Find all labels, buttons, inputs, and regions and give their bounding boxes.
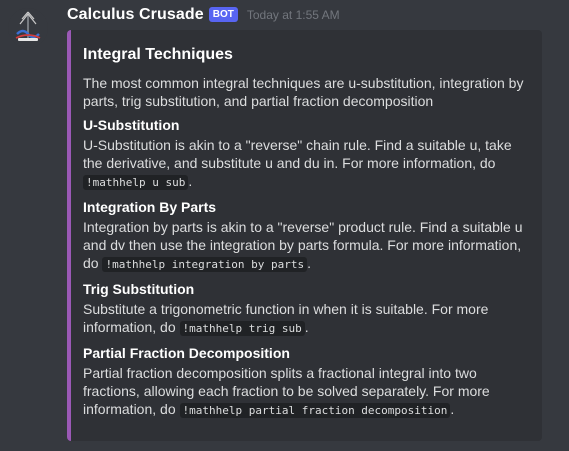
embed-field-partial-fraction-decomposition: Partial Fraction Decomposition Partial f… bbox=[83, 344, 526, 420]
bot-avatar[interactable] bbox=[8, 8, 48, 48]
field-suffix: . bbox=[188, 173, 193, 189]
command-code: !mathhelp integration by parts bbox=[102, 257, 308, 272]
field-value: Partial fraction decomposition splits a … bbox=[83, 364, 526, 420]
embed-title: Integral Techniques bbox=[83, 46, 233, 63]
rich-embed: Integral Techniques The most common inte… bbox=[67, 30, 542, 441]
field-suffix: . bbox=[307, 255, 312, 271]
command-code: !mathhelp u sub bbox=[83, 175, 189, 190]
bot-badge: BOT bbox=[208, 6, 238, 22]
field-name: Trig Substitution bbox=[83, 281, 195, 297]
field-value: Integration by parts is akin to a "rever… bbox=[83, 218, 526, 274]
command-code: !mathhelp partial fraction decomposition bbox=[179, 403, 451, 418]
field-name: Integration By Parts bbox=[83, 199, 217, 215]
field-text: U-Substitution is akin to a "reverse" ch… bbox=[83, 137, 512, 171]
author-name[interactable]: Calculus Crusade bbox=[67, 6, 204, 24]
command-code: !mathhelp trig sub bbox=[179, 321, 305, 336]
embed-field-u-substitution: U-Substitution U-Substitution is akin to… bbox=[83, 116, 526, 192]
field-name: U-Substitution bbox=[83, 117, 180, 133]
embed-field-trig-substitution: Trig Substitution Substitute a trigonome… bbox=[83, 280, 526, 338]
field-value: U-Substitution is akin to a "reverse" ch… bbox=[83, 136, 526, 192]
message-header: Calculus Crusade BOT Today at 1:55 AM bbox=[67, 4, 340, 26]
embed-field-integration-by-parts: Integration By Parts Integration by part… bbox=[83, 198, 526, 274]
calculus-crusade-logo-icon bbox=[8, 8, 48, 48]
field-value: Substitute a trigonometric function in w… bbox=[83, 300, 526, 338]
message-timestamp[interactable]: Today at 1:55 AM bbox=[247, 8, 340, 22]
chat-message: Calculus Crusade BOT Today at 1:55 AM In… bbox=[0, 0, 569, 451]
field-suffix: . bbox=[450, 401, 455, 417]
embed-description: The most common integral techniques are … bbox=[83, 75, 524, 109]
field-suffix: . bbox=[304, 319, 309, 335]
field-name: Partial Fraction Decomposition bbox=[83, 345, 290, 361]
